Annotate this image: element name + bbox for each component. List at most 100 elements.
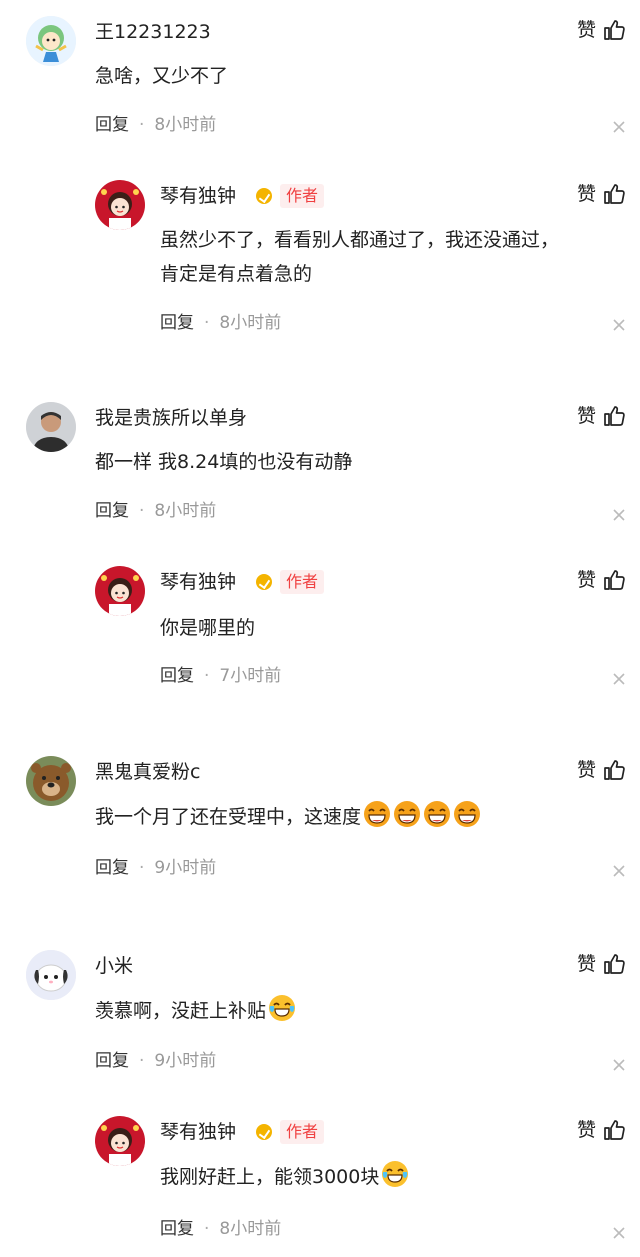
close-icon[interactable] xyxy=(612,120,626,134)
like-label: 赞 xyxy=(576,1119,596,1141)
comment-text-row: 羡慕啊，没赶上补贴 xyxy=(95,994,296,1027)
verified-icon xyxy=(256,1124,272,1140)
comment-meta: 回复 · 8小时前 xyxy=(95,500,216,522)
comment-text: 急啥，又少不了 xyxy=(95,65,229,87)
grin-emoji-icon xyxy=(393,800,421,828)
comment-meta: 回复 · 8小时前 xyxy=(160,312,281,334)
like-button[interactable]: 赞 xyxy=(577,950,626,978)
reply-button[interactable]: 回复 xyxy=(95,115,129,135)
comment-time: 9小时前 xyxy=(154,1051,217,1071)
grin-emoji-icon xyxy=(363,800,391,828)
separator-dot: · xyxy=(204,666,210,686)
avatar[interactable] xyxy=(26,16,76,66)
comment-time: 8小时前 xyxy=(219,1219,282,1239)
thumbs-up-icon xyxy=(602,404,626,428)
thumbs-up-icon xyxy=(602,952,626,976)
comment-time: 8小时前 xyxy=(154,501,217,521)
like-button[interactable]: 赞 xyxy=(577,566,626,594)
close-icon[interactable] xyxy=(612,1058,626,1072)
thumbs-up-icon xyxy=(602,1118,626,1142)
comment-author-name[interactable]: 王12231223 xyxy=(95,20,211,44)
comment-text-row: 我一个月了还在受理中，这速度 xyxy=(95,800,481,833)
reply-button[interactable]: 回复 xyxy=(160,666,194,686)
author-badge: 作者 xyxy=(280,184,325,208)
like-label: 赞 xyxy=(576,405,596,427)
comment-author-name[interactable]: 黑鬼真爱粉c xyxy=(95,760,200,784)
like-label: 赞 xyxy=(576,759,596,781)
like-label: 赞 xyxy=(576,19,596,41)
grin-emoji-icon xyxy=(453,800,481,828)
avatar[interactable] xyxy=(95,180,145,230)
comment-text: 都一样 我8.24填的也没有动静 xyxy=(95,451,353,473)
avatar-image xyxy=(95,180,145,230)
like-button[interactable]: 赞 xyxy=(577,16,626,44)
comment-author-name[interactable]: 琴有独钟 xyxy=(160,184,236,208)
comment-author-name[interactable]: 琴有独钟 xyxy=(160,570,236,594)
like-button[interactable]: 赞 xyxy=(577,180,626,208)
reply-button[interactable]: 回复 xyxy=(160,1219,194,1239)
separator-dot: · xyxy=(139,1051,145,1071)
comment-text: 我一个月了还在受理中，这速度 xyxy=(95,806,362,828)
author-badge: 作者 xyxy=(280,1120,325,1144)
close-icon[interactable] xyxy=(612,864,626,878)
thumbs-up-icon xyxy=(602,758,626,782)
comment-meta: 回复 · 8小时前 xyxy=(160,1218,281,1240)
avatar[interactable] xyxy=(26,950,76,1000)
comment-time: 8小时前 xyxy=(154,115,217,135)
close-icon[interactable] xyxy=(612,318,626,332)
like-label: 赞 xyxy=(576,953,596,975)
separator-dot: · xyxy=(204,313,210,333)
comment-author-name[interactable]: 我是贵族所以单身 xyxy=(95,406,247,430)
like-button[interactable]: 赞 xyxy=(577,402,626,430)
comment-text-row: 我刚好赶上，能领3000块 xyxy=(160,1160,409,1193)
close-icon[interactable] xyxy=(612,672,626,686)
avatar[interactable] xyxy=(26,402,76,452)
avatar-image xyxy=(26,950,76,1000)
separator-dot: · xyxy=(139,858,145,878)
close-icon[interactable] xyxy=(612,508,626,522)
avatar[interactable] xyxy=(95,1116,145,1166)
separator-dot: · xyxy=(204,1219,210,1239)
comment-meta: 回复 · 8小时前 xyxy=(95,114,216,136)
comment-text-line: 虽然少不了，看看别人都通过了，我还没通过， xyxy=(160,229,560,251)
grin-emoji-icon xyxy=(423,800,451,828)
reply-button[interactable]: 回复 xyxy=(160,313,194,333)
laugh-cry-emoji-icon xyxy=(381,1160,409,1188)
separator-dot: · xyxy=(139,115,145,135)
reply-button[interactable]: 回复 xyxy=(95,501,129,521)
comment-time: 7小时前 xyxy=(219,666,282,686)
comment-text: 我刚好赶上，能领3000块 xyxy=(160,1166,380,1188)
thumbs-up-icon xyxy=(602,568,626,592)
comment-text-line: 肯定是有点着急的 xyxy=(160,263,313,285)
like-label: 赞 xyxy=(576,569,596,591)
like-button[interactable]: 赞 xyxy=(577,756,626,784)
avatar-image xyxy=(26,16,76,66)
close-icon[interactable] xyxy=(612,1226,626,1240)
like-button[interactable]: 赞 xyxy=(577,1116,626,1144)
comment-author-name[interactable]: 小米 xyxy=(95,954,133,978)
comment-text: 你是哪里的 xyxy=(160,617,256,639)
verified-icon xyxy=(256,574,272,590)
verified-icon xyxy=(256,188,272,204)
comment-time: 9小时前 xyxy=(154,858,217,878)
thumbs-up-icon xyxy=(602,182,626,206)
thumbs-up-icon xyxy=(602,18,626,42)
avatar[interactable] xyxy=(26,756,76,806)
comment-author-name[interactable]: 琴有独钟 xyxy=(160,1120,236,1144)
comment-time: 8小时前 xyxy=(219,313,282,333)
avatar-image xyxy=(95,566,145,616)
like-label: 赞 xyxy=(576,183,596,205)
avatar-image xyxy=(26,756,76,806)
laugh-cry-emoji-icon xyxy=(268,994,296,1022)
comment-meta: 回复 · 9小时前 xyxy=(95,857,216,879)
avatar-image xyxy=(26,402,76,452)
comment-meta: 回复 · 9小时前 xyxy=(95,1050,216,1072)
reply-button[interactable]: 回复 xyxy=(95,858,129,878)
reply-button[interactable]: 回复 xyxy=(95,1051,129,1071)
comment-text: 羡慕啊，没赶上补贴 xyxy=(95,1000,267,1022)
avatar-image xyxy=(95,1116,145,1166)
author-badge: 作者 xyxy=(280,570,325,594)
comment-meta: 回复 · 7小时前 xyxy=(160,665,281,687)
separator-dot: · xyxy=(139,501,145,521)
avatar[interactable] xyxy=(95,566,145,616)
